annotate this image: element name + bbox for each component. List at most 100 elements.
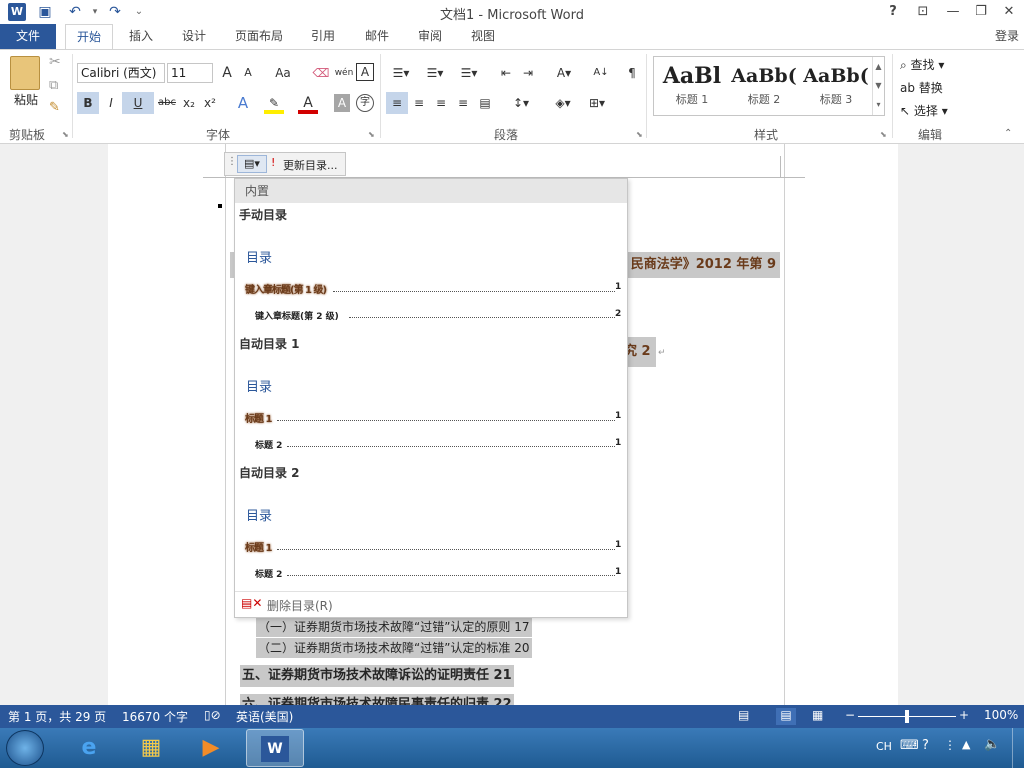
paste-icon[interactable] — [10, 56, 40, 90]
italic-button[interactable]: I — [100, 92, 122, 114]
shading-icon[interactable]: ◈▾ — [548, 92, 578, 114]
asian-layout-icon[interactable]: A▾ — [550, 62, 578, 84]
minimize-button[interactable]: — — [942, 2, 964, 22]
auto-toc-2-option[interactable]: 目录 标题 1 1 标题 2 1 — [237, 481, 625, 585]
multilevel-list-icon[interactable]: ☰▾ — [454, 62, 484, 84]
tab-review[interactable]: 审阅 — [408, 24, 452, 49]
tab-file[interactable]: 文件 — [0, 24, 56, 49]
underline-button[interactable]: U — [122, 92, 154, 114]
tab-mailings[interactable]: 邮件 — [356, 24, 398, 49]
restore-button[interactable]: ❐ — [970, 2, 992, 22]
superscript-button[interactable]: x² — [200, 92, 220, 114]
borders-icon[interactable]: ⊞▾ — [582, 92, 612, 114]
toc-entry-5[interactable]: 五、证券期货市场技术故障诉讼的证明责任 21 — [240, 665, 514, 687]
media-player-icon[interactable]: ▶ — [186, 731, 236, 765]
align-right-icon[interactable]: ≡ — [430, 92, 452, 114]
change-case-button[interactable]: Aa — [268, 62, 298, 84]
ime-indicator[interactable]: CH — [876, 740, 892, 753]
toc-entry-3-2[interactable]: （二）证券期货市场技术故障“过错”认定的标准 20 — [256, 638, 532, 658]
sign-in-link[interactable]: 登录 — [990, 24, 1024, 49]
text-effects-icon[interactable]: A — [233, 92, 253, 114]
collapse-ribbon-icon[interactable]: ⌃ — [1004, 128, 1012, 139]
close-button[interactable]: ✕ — [998, 2, 1020, 22]
update-toc-button[interactable]: 更新目录... — [283, 157, 338, 173]
style-heading-3[interactable]: AaBb( 标题 3 — [800, 61, 872, 113]
volume-icon[interactable]: 🔈 — [984, 737, 1000, 752]
help-tray-icon[interactable]: ? — [922, 738, 929, 753]
grow-font-button[interactable]: A — [217, 62, 237, 84]
show-marks-icon[interactable]: ¶ — [622, 62, 642, 84]
font-size-combo[interactable]: 11 — [167, 63, 213, 83]
tab-insert[interactable]: 插入 — [120, 24, 162, 49]
tab-view[interactable]: 视图 — [462, 24, 504, 49]
word-count[interactable]: 16670 个字 — [122, 708, 188, 725]
auto-toc-1-option[interactable]: 目录 标题 1 1 标题 2 1 — [237, 352, 625, 456]
file-explorer-icon[interactable]: ▦ — [126, 731, 176, 765]
zoom-out-button[interactable]: − — [845, 708, 855, 722]
style-heading-2[interactable]: AaBb( 标题 2 — [728, 61, 800, 113]
language-indicator[interactable]: 英语(美国) — [236, 708, 293, 725]
decrease-indent-icon[interactable]: ⇤ — [496, 62, 516, 84]
show-desktop-button[interactable] — [1012, 728, 1024, 768]
font-color-icon[interactable]: A — [298, 92, 318, 114]
show-hidden-icons[interactable]: ▲ — [962, 738, 970, 751]
toc-entry-3-1[interactable]: （一）证券期货市场技术故障“过错”认定的原则 17 — [256, 617, 532, 637]
tab-layout[interactable]: 页面布局 — [226, 24, 292, 49]
read-mode-icon[interactable]: ▤ — [738, 708, 749, 722]
zoom-slider-thumb[interactable] — [905, 710, 909, 723]
toc-menu-button[interactable]: ▤▾ — [237, 155, 267, 173]
styles-scroll[interactable]: ▲ ▼ ▾ — [872, 57, 884, 115]
cut-icon[interactable]: ✂ — [49, 54, 61, 70]
proofing-icon[interactable]: ▯⊘ — [204, 708, 221, 722]
style-heading-1[interactable]: AaBl 标题 1 — [656, 61, 728, 113]
font-launcher-icon[interactable]: ⬊ — [368, 130, 375, 139]
numbering-icon[interactable]: ☰▾ — [420, 62, 450, 84]
line-spacing-icon[interactable]: ↕▾ — [506, 92, 536, 114]
format-painter-icon[interactable]: ✎ — [49, 100, 60, 115]
character-border-button[interactable]: A — [356, 63, 374, 81]
manual-toc-option[interactable]: 目录 键入章标题(第 1 级) 1 键入章标题(第 2 级) 2 — [237, 223, 625, 327]
page-count[interactable]: 第 1 页，共 29 页 — [8, 708, 106, 725]
word-taskbar-button[interactable]: W — [246, 729, 304, 767]
drag-handle-icon[interactable]: ⋮ — [227, 156, 237, 167]
strikethrough-button[interactable]: abc — [156, 92, 178, 114]
zoom-level[interactable]: 100% — [984, 708, 1018, 722]
web-layout-icon[interactable]: ▦ — [812, 708, 823, 722]
styles-launcher-icon[interactable]: ⬊ — [880, 130, 887, 139]
clear-format-icon[interactable]: ⌫ — [311, 62, 331, 84]
ribbon-display-button[interactable]: ⊡ — [912, 2, 934, 22]
highlight-color-icon[interactable]: ✎ — [264, 92, 284, 114]
bullets-icon[interactable]: ☰▾ — [386, 62, 416, 84]
remove-toc-menu-item[interactable]: ▤✕ 删除目录(R) — [235, 591, 627, 617]
bold-button[interactable]: B — [77, 92, 99, 114]
paragraph-launcher-icon[interactable]: ⬊ — [636, 130, 643, 139]
distributed-icon[interactable]: ▤ — [474, 92, 496, 114]
increase-indent-icon[interactable]: ⇥ — [518, 62, 538, 84]
phonetic-guide-button[interactable]: wén — [333, 62, 355, 84]
subscript-button[interactable]: x₂ — [179, 92, 199, 114]
internet-explorer-icon[interactable]: e — [64, 731, 114, 765]
align-center-icon[interactable]: ≡ — [408, 92, 430, 114]
help-button[interactable]: ? — [882, 2, 904, 22]
select-button[interactable]: ↖ 选择 ▾ — [900, 102, 948, 119]
start-button[interactable] — [6, 730, 44, 766]
clipboard-launcher-icon[interactable]: ⬊ — [62, 130, 69, 139]
font-name-combo[interactable]: Calibri (西文) — [77, 63, 165, 83]
keyboard-icon[interactable]: ⌨ — [900, 738, 919, 753]
zoom-in-button[interactable]: + — [959, 708, 969, 722]
tab-home[interactable]: 开始 — [65, 24, 113, 49]
options-tray-icon[interactable]: ⋮ — [944, 738, 956, 752]
tab-design[interactable]: 设计 — [172, 24, 216, 49]
sort-icon[interactable]: A↓ — [590, 62, 612, 84]
character-shading-icon[interactable]: A — [334, 94, 350, 112]
find-button[interactable]: ⌕ 查找 ▾ — [900, 56, 944, 73]
copy-icon[interactable]: ⧉ — [49, 78, 58, 93]
replace-button[interactable]: ab 替换 — [900, 79, 943, 96]
justify-icon[interactable]: ≡ — [452, 92, 474, 114]
enclose-character-icon[interactable]: 字 — [356, 94, 374, 112]
shrink-font-button[interactable]: A — [238, 62, 258, 84]
toc-line-2[interactable]: 究 2 — [624, 337, 656, 367]
tab-references[interactable]: 引用 — [302, 24, 344, 49]
align-left-icon[interactable]: ≡ — [386, 92, 408, 114]
print-layout-icon[interactable]: ▤ — [776, 708, 796, 725]
